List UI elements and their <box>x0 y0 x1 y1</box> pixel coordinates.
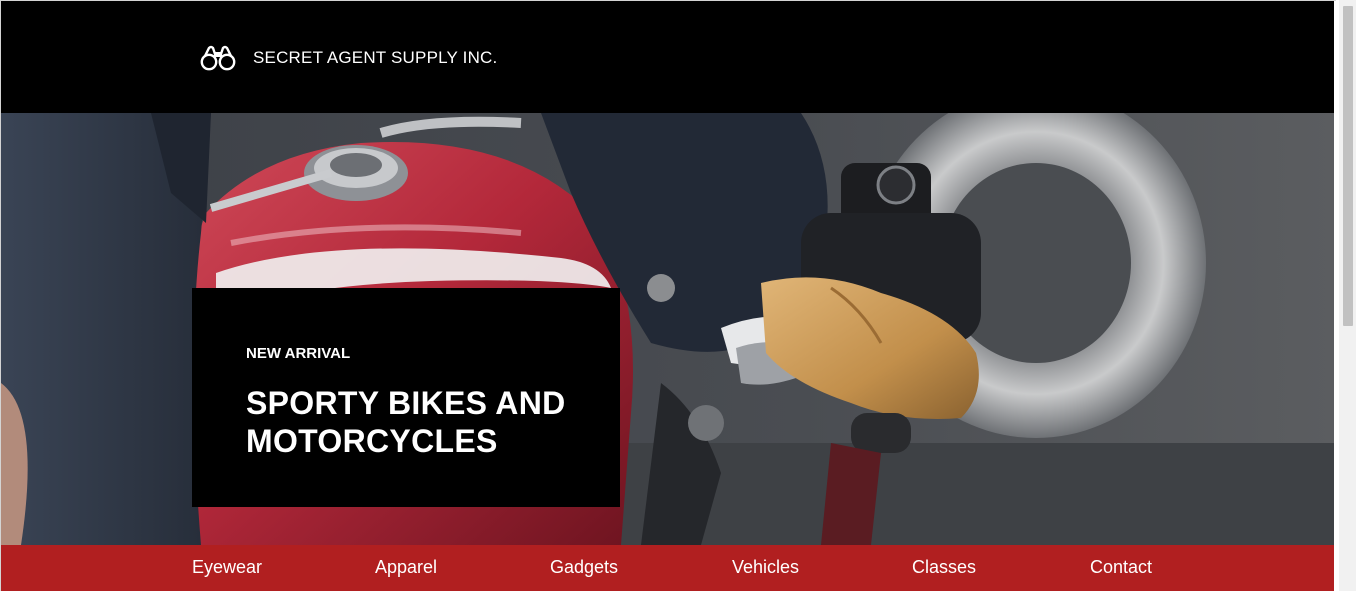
nav-item-eyewear[interactable]: Eyewear <box>192 557 262 578</box>
nav-item-gadgets[interactable]: Gadgets <box>550 557 618 578</box>
hero-banner: NEW ARRIVAL SPORTY BIKES AND MOTORCYCLES <box>1 113 1334 545</box>
promo-card: NEW ARRIVAL SPORTY BIKES AND MOTORCYCLES <box>192 288 620 507</box>
nav-item-apparel[interactable]: Apparel <box>375 557 437 578</box>
brand-link[interactable]: SECRET AGENT SUPPLY INC. <box>199 43 497 73</box>
main-nav: Eyewear Apparel Gadgets Vehicles Classes… <box>1 545 1334 591</box>
promo-title[interactable]: SPORTY BIKES AND MOTORCYCLES <box>246 384 606 460</box>
nav-item-contact[interactable]: Contact <box>1090 557 1152 578</box>
promo-eyebrow: NEW ARRIVAL <box>246 345 351 362</box>
browser-viewport: SECRET AGENT SUPPLY INC. NEW ARRIVAL SPO… <box>0 0 1356 591</box>
nav-item-vehicles[interactable]: Vehicles <box>732 557 799 578</box>
site-header: SECRET AGENT SUPPLY INC. <box>1 1 1334 113</box>
nav-item-classes[interactable]: Classes <box>912 557 976 578</box>
vertical-scrollbar[interactable] <box>1339 0 1356 591</box>
brand-name: SECRET AGENT SUPPLY INC. <box>253 48 498 67</box>
page: SECRET AGENT SUPPLY INC. NEW ARRIVAL SPO… <box>1 1 1334 591</box>
scrollbar-thumb[interactable] <box>1343 6 1353 326</box>
binoculars-icon <box>199 44 237 72</box>
